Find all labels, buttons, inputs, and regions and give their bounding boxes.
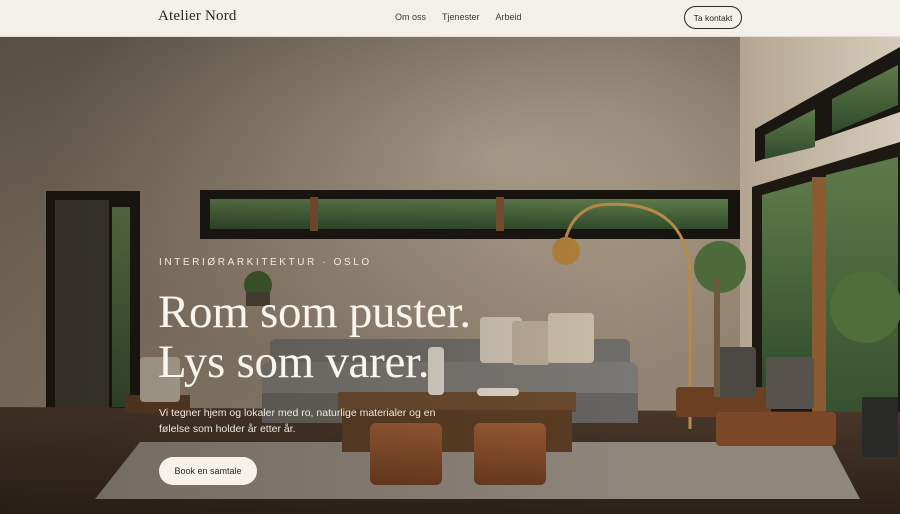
site-header: Atelier Nord Om oss Tjenester Arbeid Ta … — [0, 0, 900, 37]
page: Atelier Nord Om oss Tjenester Arbeid Ta … — [0, 0, 900, 514]
nav-link-services[interactable]: Tjenester — [442, 12, 480, 22]
hero-description: Vi tegner hjem og lokaler med ro, naturl… — [159, 407, 436, 435]
main-nav: Om oss Tjenester Arbeid — [395, 12, 522, 22]
hero-section: INTERIØRARKITEKTUR · OSLO Rom som puster… — [0, 37, 900, 514]
contact-button[interactable]: Ta kontakt — [684, 6, 742, 29]
nav-link-work[interactable]: Arbeid — [496, 12, 522, 22]
hero-headline-line-2: Lys som varer. — [158, 336, 430, 388]
hero-image — [0, 37, 900, 514]
book-meeting-button[interactable]: Book en samtale — [159, 457, 257, 485]
brand-logo[interactable]: Atelier Nord — [158, 8, 237, 25]
nav-link-about[interactable]: Om oss — [395, 12, 426, 22]
hero-headline: Rom som puster. Lys som varer. — [158, 287, 471, 387]
hero-eyebrow: INTERIØRARKITEKTUR · OSLO — [159, 257, 372, 268]
hero-headline-line-1: Rom som puster. — [158, 286, 471, 338]
